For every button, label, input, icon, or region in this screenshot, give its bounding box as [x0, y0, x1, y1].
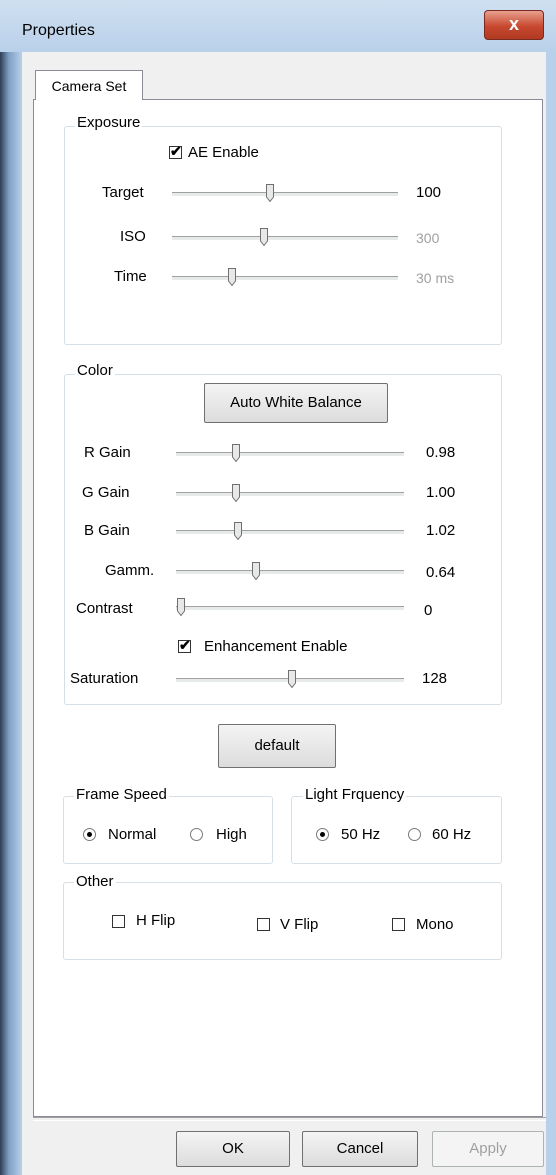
frame-speed-group-label: Frame Speed [74, 786, 169, 803]
target-slider-thumb[interactable] [266, 184, 274, 202]
default-button[interactable]: default [218, 724, 336, 768]
g-gain-slider-track[interactable] [176, 492, 404, 497]
apply-button[interactable]: Apply [432, 1131, 544, 1167]
radio-selected-dot [87, 832, 92, 837]
target-label: Target [102, 184, 144, 201]
iso-slider-track [172, 236, 398, 241]
b-gain-label: B Gain [84, 522, 130, 539]
gamma-slider-track[interactable] [176, 570, 404, 575]
50hz-radio[interactable] [316, 828, 329, 841]
50hz-label: 50 Hz [341, 826, 381, 843]
properties-dialog: Properties x Camera Set Exposure ✔ AE En… [0, 0, 556, 1175]
v-flip-checkbox[interactable] [257, 918, 270, 931]
tab-camera-set[interactable]: Camera Set [35, 70, 143, 100]
other-group-label: Other [74, 873, 116, 890]
window-title: Properties [22, 22, 95, 39]
enhancement-enable-label: Enhancement Enable [204, 638, 348, 655]
normal-label: Normal [108, 826, 157, 843]
color-group-label: Color [75, 362, 115, 379]
checkmark-icon: ✔ [170, 143, 182, 159]
60hz-label: 60 Hz [432, 826, 472, 843]
normal-radio[interactable] [83, 828, 96, 841]
b-gain-value: 1.02 [426, 522, 456, 539]
gamma-label: Gamm. [105, 562, 155, 579]
g-gain-label: G Gain [82, 484, 130, 501]
h-flip-checkbox[interactable] [112, 915, 125, 928]
iso-slider-thumb [260, 228, 268, 246]
time-value: 30 ms [416, 270, 455, 286]
contrast-value: 0 [424, 602, 433, 619]
g-gain-slider-thumb[interactable] [232, 484, 240, 502]
g-gain-value: 1.00 [426, 484, 456, 501]
contrast-slider-track[interactable] [176, 606, 404, 611]
target-slider-track[interactable] [172, 192, 398, 197]
target-value: 100 [416, 184, 442, 201]
light-frequency-group-label: Light Frquency [303, 786, 407, 803]
saturation-value: 128 [422, 670, 448, 687]
h-flip-label: H Flip [136, 912, 176, 929]
cancel-button[interactable]: Cancel [302, 1131, 418, 1167]
close-button[interactable]: x [484, 10, 544, 40]
ok-button[interactable]: OK [176, 1131, 290, 1167]
saturation-label: Saturation [70, 670, 139, 687]
60hz-radio[interactable] [408, 828, 421, 841]
contrast-slider-thumb[interactable] [177, 598, 185, 616]
ae-enable-checkbox[interactable]: ✔ [169, 143, 182, 159]
title-bar[interactable]: Properties x [0, 0, 556, 53]
close-icon: x [508, 14, 519, 34]
r-gain-slider-thumb[interactable] [232, 444, 240, 462]
gamma-slider-thumb[interactable] [252, 562, 260, 580]
time-slider-thumb [228, 268, 236, 286]
iso-value: 300 [416, 230, 440, 246]
enhancement-enable-checkbox[interactable]: ✔ [178, 637, 191, 653]
color-group [64, 374, 502, 705]
footer-separator [33, 1117, 546, 1121]
b-gain-slider-track[interactable] [176, 530, 404, 535]
b-gain-slider-thumb[interactable] [234, 522, 242, 540]
time-label: Time [114, 268, 147, 285]
saturation-slider-thumb[interactable] [288, 670, 296, 688]
checkmark-icon: ✔ [179, 637, 191, 653]
window-frame-right [546, 52, 556, 1175]
gamma-value: 0.64 [426, 564, 456, 581]
v-flip-label: V Flip [280, 916, 319, 933]
mono-label: Mono [416, 916, 454, 933]
ae-enable-label: AE Enable [188, 144, 259, 161]
contrast-label: Contrast [76, 600, 133, 617]
high-radio[interactable] [190, 828, 203, 841]
r-gain-label: R Gain [84, 444, 131, 461]
r-gain-slider-track[interactable] [176, 452, 404, 457]
r-gain-value: 0.98 [426, 444, 456, 461]
radio-selected-dot [320, 832, 325, 837]
mono-checkbox[interactable] [392, 918, 405, 931]
iso-label: ISO [120, 228, 146, 245]
time-slider-track [172, 276, 398, 281]
high-label: High [216, 826, 247, 843]
exposure-group-label: Exposure [75, 114, 143, 131]
auto-white-balance-button[interactable]: Auto White Balance [204, 383, 388, 423]
window-frame-left [0, 52, 22, 1175]
